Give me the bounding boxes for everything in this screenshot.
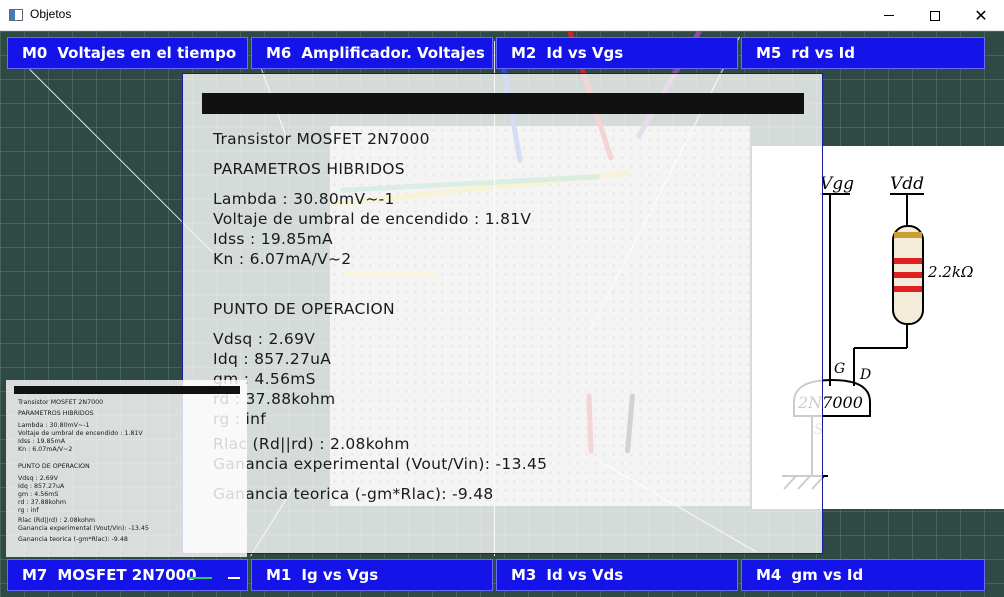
mini-line: PARAMETROS HIBRIDOS: [18, 410, 94, 417]
tab-m7[interactable]: M7 MOSFET 2N7000: [7, 559, 248, 591]
panel-line: Ganancia teorica (-gm*Rlac): -9.48: [213, 485, 494, 503]
app-window-icon: [9, 9, 23, 21]
tab-code: M1: [266, 566, 292, 584]
minimize-button[interactable]: [866, 0, 912, 31]
panel-line: Lambda : 30.80mV~-1: [213, 190, 395, 208]
tab-label: Amplificador. Voltajes: [301, 44, 485, 62]
mini-line: Voltaje de umbral de encendido : 1.81V: [18, 430, 143, 437]
panel-line: Vdsq : 2.69V: [213, 330, 316, 348]
progress-indicator: [228, 577, 240, 579]
mini-line: Vdsq : 2.69V: [18, 475, 59, 482]
mini-line: gm : 4.56mS: [18, 491, 59, 498]
tab-code: M2: [511, 44, 537, 62]
tab-m5[interactable]: M5 rd vs Id: [741, 37, 985, 69]
gate-label: G: [834, 361, 845, 377]
resistor-icon: [892, 225, 924, 325]
tab-m6[interactable]: M6 Amplificador. Voltajes: [251, 37, 493, 69]
mini-line: rd : 37.88kohm: [18, 499, 67, 506]
mini-line: rg : inf: [18, 507, 39, 514]
tab-label: MOSFET 2N7000: [57, 566, 197, 584]
minimize-icon: [884, 15, 894, 16]
mini-line: Rlac (Rd||rd) : 2.08kohm: [18, 517, 95, 524]
tab-code: M3: [511, 566, 537, 584]
tab-label: rd vs Id: [791, 44, 855, 62]
panel-line: Transistor MOSFET 2N7000: [213, 130, 430, 148]
panel-line: Voltaje de umbral de encendido : 1.81V: [213, 210, 532, 228]
tab-code: M0: [22, 44, 48, 62]
tab-label: Voltajes en el tiempo: [57, 44, 237, 62]
maximize-button[interactable]: [912, 0, 958, 31]
tab-m2[interactable]: M2 Id vs Vgs: [496, 37, 738, 69]
tab-label: Id vs Vds: [546, 566, 624, 584]
tab-m0[interactable]: M0 Voltajes en el tiempo: [7, 37, 248, 69]
mini-line: Idq : 857.27uA: [18, 483, 65, 490]
window-title-bar: Objetos ✕: [0, 0, 1004, 31]
panel-header-bar: [202, 93, 804, 114]
close-button[interactable]: ✕: [958, 0, 1004, 31]
maximize-icon: [930, 10, 940, 21]
mini-line: Ganancia experimental (Vout/Vin): -13.45: [18, 525, 149, 532]
panel-line: PARAMETROS HIBRIDOS: [213, 160, 405, 178]
panel-line: Ganancia experimental (Vout/Vin): -13.45: [213, 455, 548, 473]
tab-code: M5: [756, 44, 782, 62]
mini-line: Kn : 6.07mA/V~2: [18, 446, 73, 453]
tab-m3[interactable]: M3 Id vs Vds: [496, 559, 738, 591]
drain-label: D: [859, 367, 871, 383]
mini-line: Idss : 19.85mA: [18, 438, 66, 445]
window-title: Objetos: [30, 7, 72, 21]
tab-m4[interactable]: M4 gm vs Id: [741, 559, 985, 591]
close-icon: ✕: [974, 6, 988, 25]
mini-line: PUNTO DE OPERACION: [18, 463, 90, 470]
panel-line: Idss : 19.85mA: [213, 230, 333, 248]
tab-code: M4: [756, 566, 782, 584]
tab-label: gm vs Id: [791, 566, 864, 584]
mini-line: Transistor MOSFET 2N7000: [18, 399, 104, 406]
tab-label: Id vs Vgs: [546, 44, 624, 62]
mini-line: Lambda : 30.80mV~-1: [18, 422, 90, 429]
tab-code: M7: [22, 566, 48, 584]
vgg-label: Vgg: [820, 174, 854, 194]
tab-label: Ig vs Vgs: [301, 566, 379, 584]
mini-line: Ganancia teorica (-gm*Rlac): -9.48: [18, 536, 128, 543]
mini-info-panel: Transistor MOSFET 2N7000 PARAMETROS HIBR…: [6, 380, 247, 557]
mini-header-bar: [14, 386, 240, 394]
resistor-value: 2.2kΩ: [927, 263, 973, 281]
progress-indicator: [188, 577, 212, 579]
vdd-label: Vdd: [890, 174, 924, 194]
panel-line: Idq : 857.27uA: [213, 350, 332, 368]
transistor-info-panel: Transistor MOSFET 2N7000 PARAMETROS HIBR…: [182, 73, 823, 554]
panel-line: Kn : 6.07mA/V~2: [213, 250, 352, 268]
tab-m1[interactable]: M1 Ig vs Vgs: [251, 559, 493, 591]
tab-code: M6: [266, 44, 292, 62]
panel-line: PUNTO DE OPERACION: [213, 300, 395, 318]
